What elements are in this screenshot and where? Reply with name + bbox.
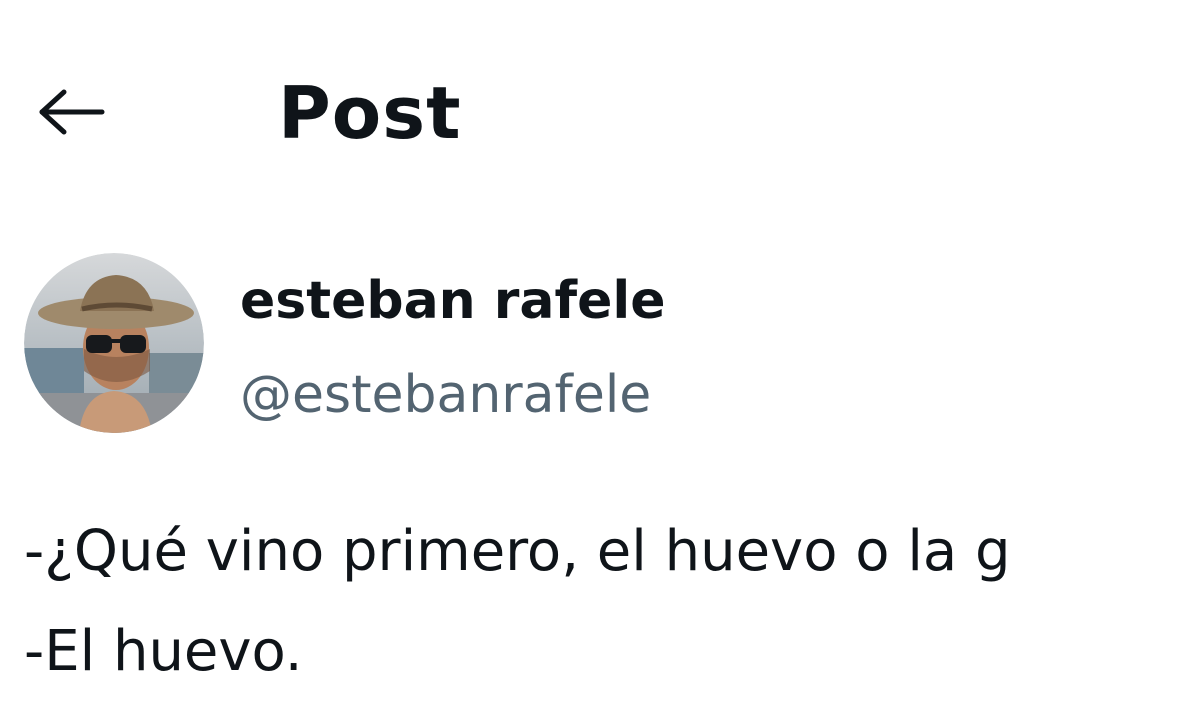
author-display-name[interactable]: esteban rafele	[240, 266, 666, 336]
back-button[interactable]	[30, 82, 110, 142]
post-text-line-2: -El huevo.	[24, 619, 303, 684]
page-title: Post	[278, 71, 462, 155]
author-handle[interactable]: @estebanrafele	[240, 360, 651, 430]
avatar[interactable]	[24, 253, 204, 433]
post-screen: Post esteban rafele @estebanrafele -¿Qué…	[0, 0, 1200, 720]
post-text-line-1: -¿Qué vino primero, el huevo o la g	[24, 519, 1011, 584]
avatar-photo	[24, 253, 204, 433]
arrow-left-icon	[39, 89, 105, 135]
